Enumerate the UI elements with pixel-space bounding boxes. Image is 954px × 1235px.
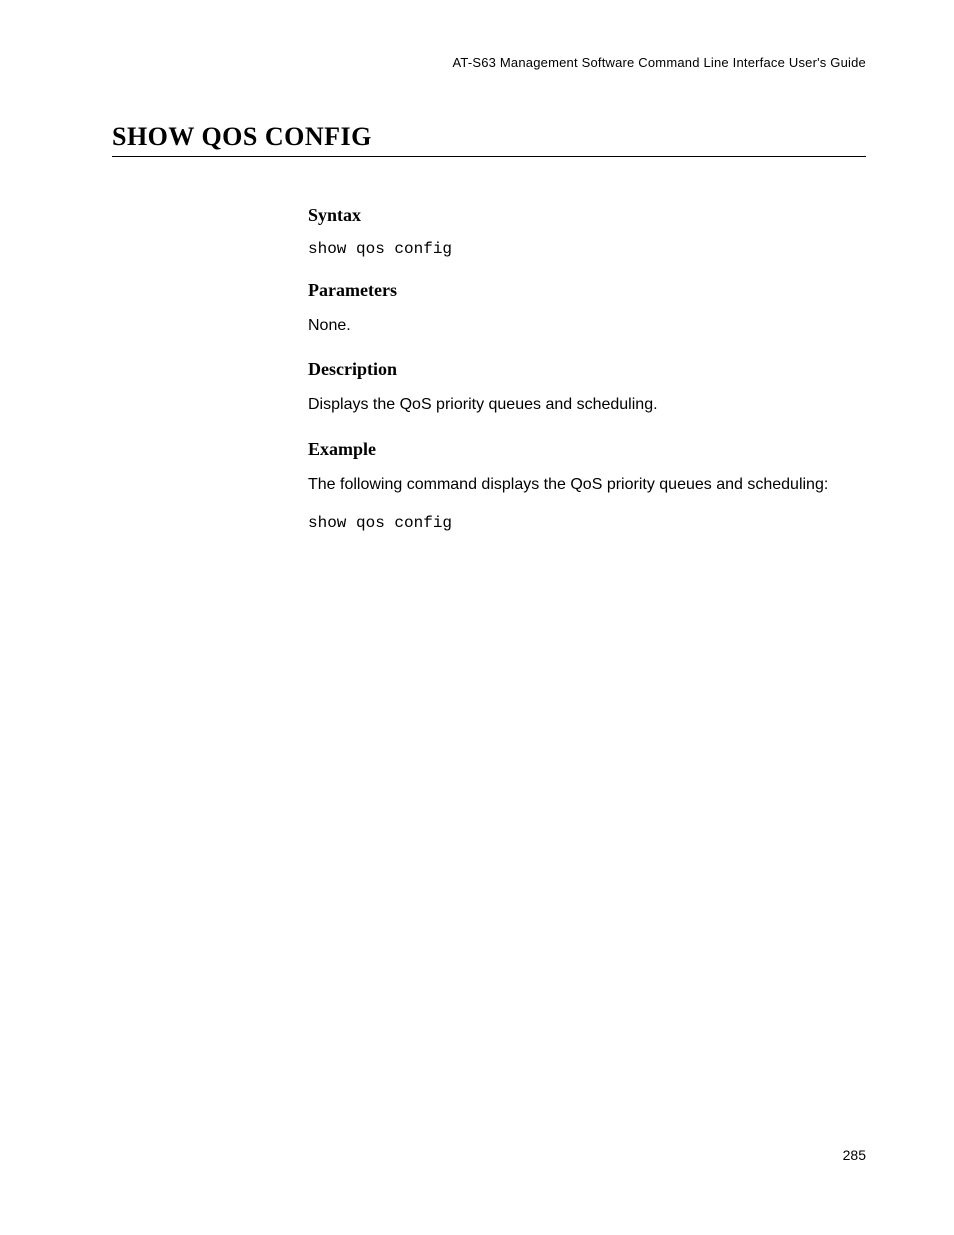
header-document-title: AT-S63 Management Software Command Line … xyxy=(112,55,866,70)
example-command: show qos config xyxy=(308,514,866,532)
description-heading: Description xyxy=(308,359,866,380)
page-title: SHOW QOS CONFIG xyxy=(112,122,866,157)
example-text: The following command displays the QoS p… xyxy=(308,474,866,496)
syntax-command: show qos config xyxy=(308,240,866,258)
parameters-heading: Parameters xyxy=(308,280,866,301)
page-number: 285 xyxy=(843,1147,866,1163)
description-text: Displays the QoS priority queues and sch… xyxy=(308,394,866,416)
document-page: AT-S63 Management Software Command Line … xyxy=(0,0,954,1235)
syntax-heading: Syntax xyxy=(308,205,866,226)
parameters-text: None. xyxy=(308,315,866,337)
content-area: Syntax show qos config Parameters None. … xyxy=(308,205,866,532)
example-heading: Example xyxy=(308,439,866,460)
